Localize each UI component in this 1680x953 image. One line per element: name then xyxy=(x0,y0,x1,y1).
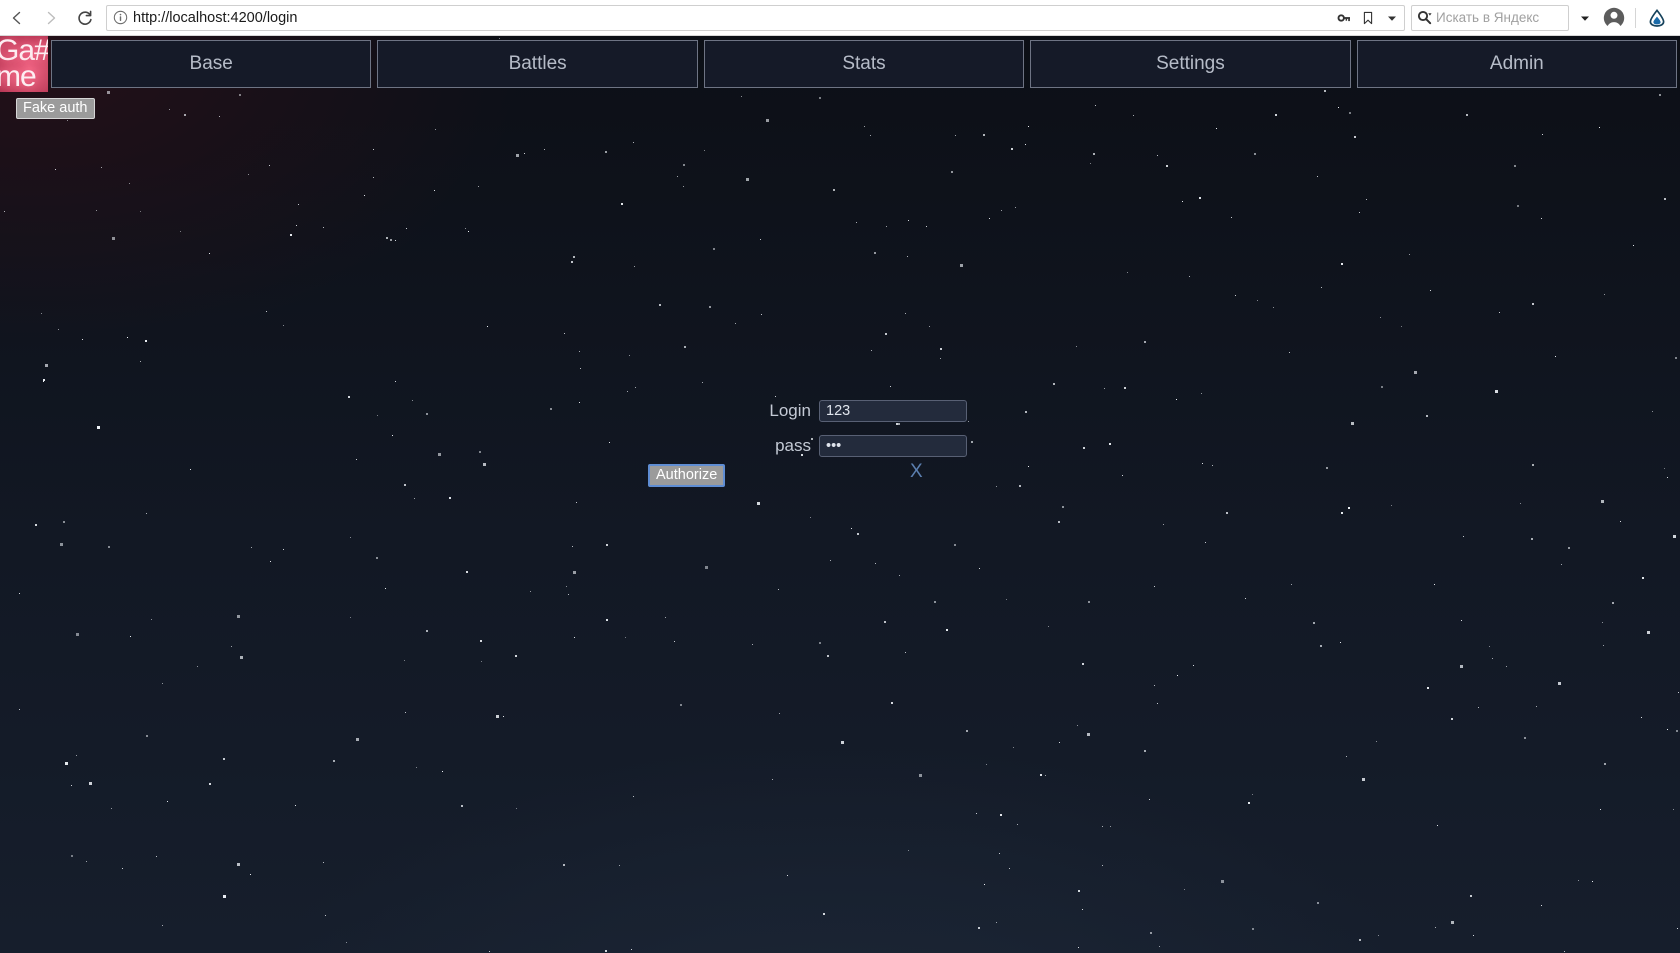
top-navigation: Ga# me Base Battles Stats Settings Admin xyxy=(0,36,1680,92)
nav-tab-battles[interactable]: Battles xyxy=(377,40,698,88)
nav-tab-settings[interactable]: Settings xyxy=(1030,40,1351,88)
nav-tab-stats[interactable]: Stats xyxy=(703,40,1025,88)
reload-button[interactable] xyxy=(68,1,102,35)
search-input-placeholder: Искать в Яндекс xyxy=(1436,10,1540,25)
page-info-icon[interactable] xyxy=(107,6,133,30)
bookmark-icon[interactable] xyxy=(1356,6,1380,30)
login-input[interactable] xyxy=(819,400,967,422)
forward-button[interactable] xyxy=(34,1,68,35)
site-logo[interactable]: Ga# me xyxy=(0,36,48,92)
yandex-browser-icon[interactable] xyxy=(1640,1,1674,35)
forward-arrow-icon xyxy=(43,10,59,26)
password-input[interactable] xyxy=(819,435,967,457)
reload-icon xyxy=(76,9,94,27)
back-button[interactable] xyxy=(0,1,34,35)
logo-text: Ga# me xyxy=(0,36,48,92)
close-icon[interactable]: X xyxy=(910,461,923,483)
nav-tab-label: Stats xyxy=(842,53,886,74)
toolbar-divider xyxy=(1635,7,1636,28)
login-row: Login xyxy=(747,400,967,422)
nav-tab-label: Settings xyxy=(1156,53,1225,74)
password-row: pass xyxy=(747,435,967,457)
fake-auth-button[interactable]: Fake auth xyxy=(16,98,95,119)
nav-tab-label: Battles xyxy=(508,53,567,74)
nav-tab-base[interactable]: Base xyxy=(51,40,372,88)
url-text: http://localhost:4200/login xyxy=(133,9,298,26)
key-icon[interactable] xyxy=(1332,6,1356,30)
game-app: Ga# me Base Battles Stats Settings Admin… xyxy=(0,36,1680,953)
password-label: pass xyxy=(775,436,811,455)
login-form: Login pass Authorize X xyxy=(0,36,1680,953)
browser-right-controls xyxy=(1573,0,1680,36)
chevron-down-icon[interactable] xyxy=(1573,6,1597,30)
nav-tab-label: Base xyxy=(189,53,233,74)
nav-tab-admin[interactable]: Admin xyxy=(1356,40,1678,88)
user-avatar-icon[interactable] xyxy=(1597,1,1631,35)
back-arrow-icon xyxy=(9,10,25,26)
chevron-down-icon[interactable] xyxy=(1380,6,1404,30)
login-label: Login xyxy=(769,401,811,420)
authorize-button[interactable]: Authorize xyxy=(648,464,726,487)
url-bar[interactable]: http://localhost:4200/login xyxy=(106,4,1405,31)
search-box[interactable]: Искать в Яндекс xyxy=(1411,4,1569,31)
search-icon[interactable] xyxy=(1412,6,1436,30)
browser-chrome: http://localhost:4200/login Искать в Янд… xyxy=(0,0,1680,36)
nav-tab-label: Admin xyxy=(1489,53,1544,74)
